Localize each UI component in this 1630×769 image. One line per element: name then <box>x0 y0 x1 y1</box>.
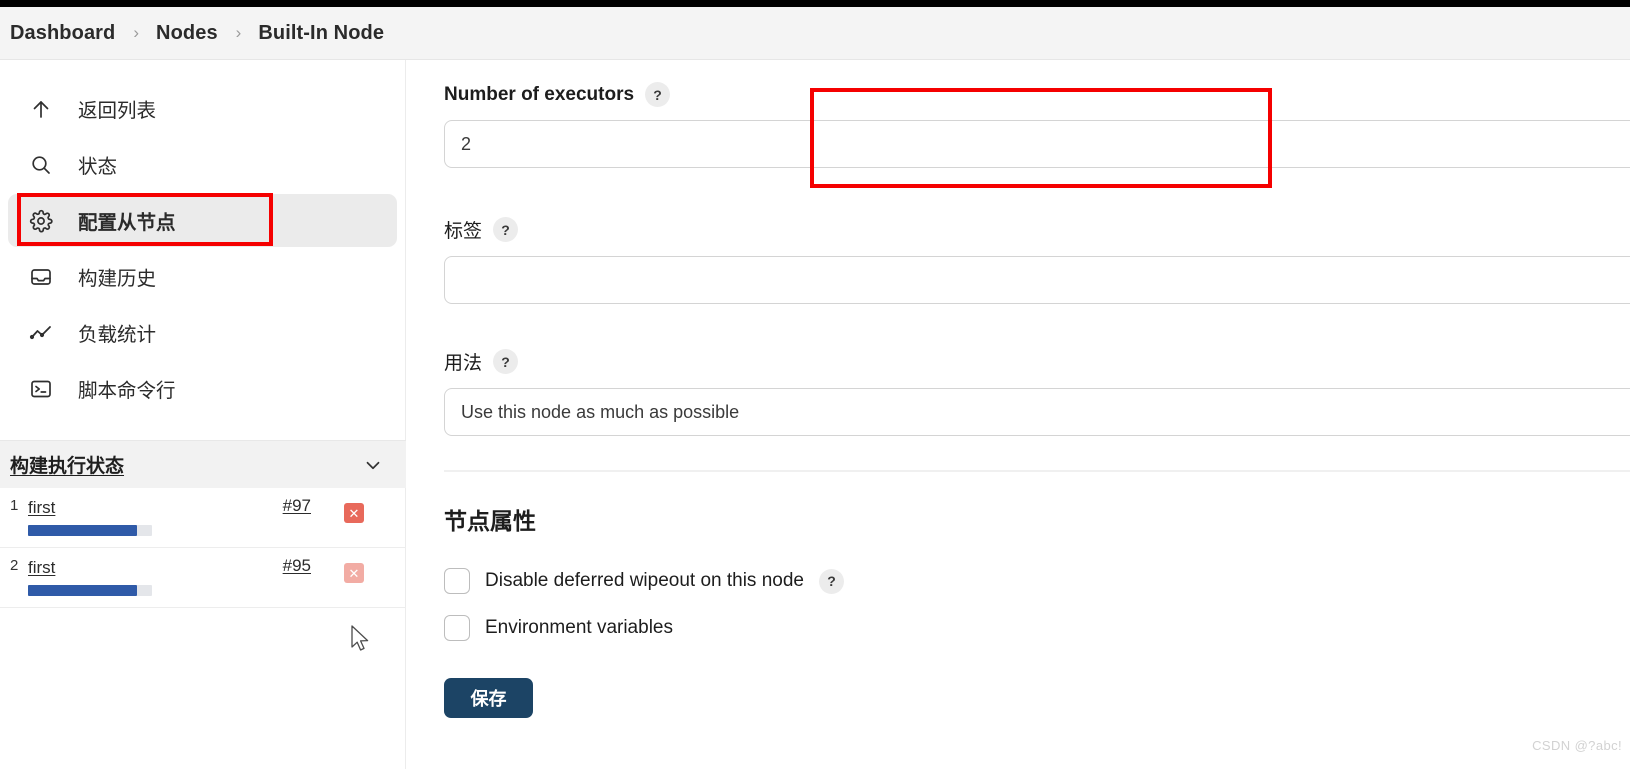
sidebar-item-label: 状态 <box>78 156 118 178</box>
breadcrumb-separator-icon: › <box>235 23 242 42</box>
breadcrumb-item-nodes[interactable]: Nodes <box>156 22 218 45</box>
number-of-executors-input[interactable]: 2 <box>444 120 1630 168</box>
checkbox-label: Disable deferred wipeout on this node <box>485 570 804 591</box>
executor-progress-track <box>28 525 152 536</box>
executor-number: 2 <box>10 557 19 574</box>
executor-row: 1 first #97 ✕ <box>0 488 406 548</box>
mouse-cursor-icon <box>350 625 372 658</box>
chevron-down-icon[interactable] <box>362 454 384 476</box>
executor-job-link[interactable]: first <box>28 558 55 578</box>
cancel-x-icon[interactable]: ✕ <box>344 503 364 523</box>
line-chart-icon <box>26 318 56 348</box>
usage-field: 用法 ? Use this node as much as possible <box>406 348 1630 436</box>
number-of-executors-label: Number of executors <box>444 83 635 105</box>
labels-label: 标签 <box>444 221 483 242</box>
breadcrumb: Dashboard › Nodes › Built-In Node <box>0 7 1630 60</box>
save-button[interactable]: 保存 <box>444 678 533 718</box>
build-executor-status-header[interactable]: 构建执行状态 <box>0 440 406 488</box>
executor-progress-fill <box>28 585 138 596</box>
build-executor-list: 1 first #97 ✕ 2 first #95 ✕ <box>0 488 406 608</box>
checkbox-row-environment-variables: Environment variables <box>444 615 1630 641</box>
search-icon <box>26 150 56 180</box>
help-icon[interactable]: ? <box>818 568 844 594</box>
field-label-row: 标签 ? <box>444 216 1630 243</box>
sidebar-item-script-console[interactable]: 脚本命令行 <box>8 362 397 415</box>
disable-deferred-wipeout-checkbox[interactable] <box>444 568 470 594</box>
build-executor-status-title: 构建执行状态 <box>10 456 125 477</box>
usage-select[interactable]: Use this node as much as possible <box>444 388 1630 436</box>
sidebar-nav: 返回列表 状态 配置从节点 构建历史 负载统计 脚本命令行 <box>0 60 405 415</box>
checkbox-label: Environment variables <box>485 617 673 638</box>
number-of-executors-field: Number of executors ? 2 <box>406 82 1630 168</box>
executor-number: 1 <box>10 497 19 514</box>
cancel-x-icon[interactable]: ✕ <box>344 563 364 583</box>
page-root: Dashboard › Nodes › Built-In Node 返回列表 状… <box>0 0 1630 769</box>
field-label-row: Number of executors ? <box>444 82 1630 107</box>
sidebar-item-label: 配置从节点 <box>78 212 176 234</box>
executor-row: 2 first #95 ✕ <box>0 548 406 608</box>
sidebar-item-label: 负载统计 <box>78 324 157 346</box>
executor-progress-fill <box>28 525 138 536</box>
usage-label: 用法 <box>444 353 483 374</box>
environment-variables-checkbox[interactable] <box>444 615 470 641</box>
main-content: Number of executors ? 2 标签 ? 用法 ? Use th… <box>406 60 1630 769</box>
breadcrumb-item-built-in-node[interactable]: Built-In Node <box>258 22 384 45</box>
sidebar-item-label: 脚本命令行 <box>78 380 176 402</box>
sidebar-item-load-statistics[interactable]: 负载统计 <box>8 306 397 359</box>
watermark: CSDN @?abc! <box>1532 738 1622 753</box>
checkbox-row-disable-deferred-wipeout: Disable deferred wipeout on this node ? <box>444 568 1630 594</box>
executor-build-link[interactable]: #95 <box>283 556 311 576</box>
inbox-icon <box>26 262 56 292</box>
sidebar-item-label: 返回列表 <box>78 100 157 122</box>
sidebar-item-status[interactable]: 状态 <box>8 138 397 191</box>
help-icon[interactable]: ? <box>493 349 519 374</box>
section-divider <box>444 470 1630 472</box>
executor-build-link[interactable]: #97 <box>283 496 311 516</box>
top-black-strip <box>0 0 1630 7</box>
terminal-icon <box>26 374 56 404</box>
node-properties-title: 节点属性 <box>444 508 536 534</box>
body-container: 返回列表 状态 配置从节点 构建历史 负载统计 脚本命令行 构建执行状态 1 f… <box>0 60 1630 769</box>
sidebar-item-configure-node[interactable]: 配置从节点 <box>8 194 397 247</box>
labels-input[interactable] <box>444 256 1630 304</box>
breadcrumb-separator-icon: › <box>133 23 140 42</box>
sidebar-item-label: 构建历史 <box>78 268 157 290</box>
help-icon[interactable]: ? <box>645 82 671 107</box>
breadcrumb-item-dashboard[interactable]: Dashboard <box>10 22 115 45</box>
executor-job-link[interactable]: first <box>28 498 55 518</box>
help-icon[interactable]: ? <box>493 217 519 242</box>
labels-field: 标签 ? <box>406 216 1630 304</box>
executor-progress-track <box>28 585 152 596</box>
sidebar-item-back-to-list[interactable]: 返回列表 <box>8 82 397 135</box>
gear-icon <box>26 206 56 236</box>
sidebar-item-build-history[interactable]: 构建历史 <box>8 250 397 303</box>
sidebar: 返回列表 状态 配置从节点 构建历史 负载统计 脚本命令行 构建执行状态 1 f… <box>0 60 406 769</box>
field-label-row: 用法 ? <box>444 348 1630 375</box>
arrow-up-icon <box>26 94 56 124</box>
